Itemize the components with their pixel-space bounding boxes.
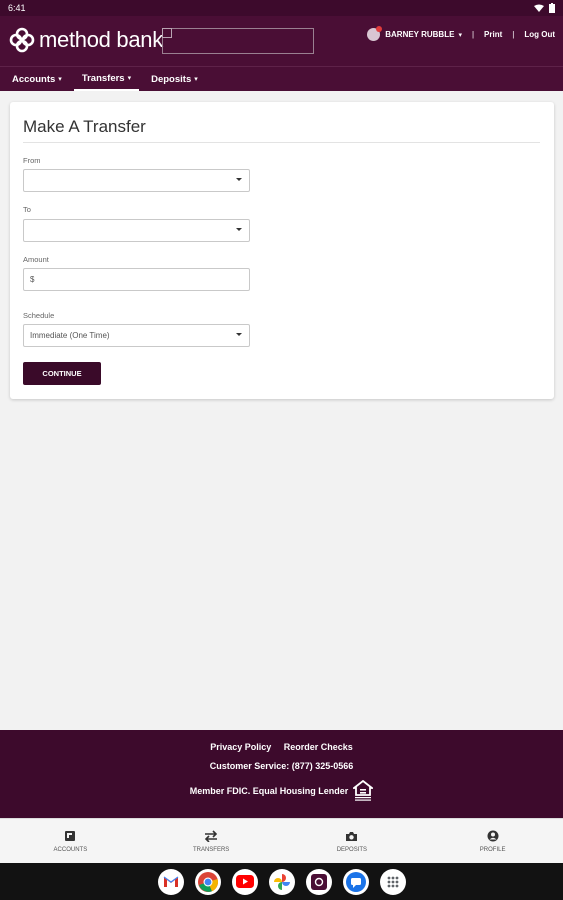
status-bar: 6:41 [0, 0, 563, 16]
wifi-icon [534, 4, 544, 12]
from-select[interactable] [23, 169, 250, 192]
print-link[interactable]: Print [484, 30, 502, 39]
equal-housing-lender-icon [353, 780, 374, 801]
schedule-select-value: Immediate (One Time) [30, 331, 110, 340]
camera-icon [346, 831, 358, 841]
chevron-down-icon: ▾ [58, 76, 62, 83]
from-label: From [23, 156, 41, 165]
header-separator: | [512, 30, 515, 39]
chevron-down-icon: ▾ [194, 76, 198, 83]
member-fdic-row: Member FDIC. Equal Housing Lender [0, 780, 563, 802]
chevron-down-icon: ▾ [458, 31, 462, 39]
android-dock [0, 863, 563, 900]
battery-icon [549, 3, 555, 13]
chrome-icon[interactable] [194, 868, 221, 895]
user-menu-area: BARNEY RUBBLE ▾ | Print | Log Out [367, 26, 555, 41]
transfer-card: Make A Transfer From To Amount $ Schedul… [10, 102, 554, 399]
bank-app-icon[interactable] [305, 868, 332, 895]
chevron-down-icon: ▾ [127, 75, 132, 82]
site-footer: Privacy Policy Reorder Checks Customer S… [0, 730, 563, 818]
amount-label: Amount [23, 255, 49, 264]
footer-links: Privacy Policy Reorder Checks [0, 742, 563, 752]
nav-transfers[interactable]: Transfers ▾ [73, 67, 140, 91]
to-label: To [23, 205, 31, 214]
dropdown-caret-icon [236, 228, 242, 231]
photos-icon[interactable] [268, 868, 295, 895]
tab-profile[interactable]: PROFILE [422, 819, 563, 864]
tab-profile-label: PROFILE [479, 847, 506, 853]
tab-accounts-label: ACCOUNTS [53, 847, 88, 853]
reorder-checks-link[interactable]: Reorder Checks [284, 742, 353, 752]
brand-logo[interactable]: method bank [9, 27, 163, 53]
tab-transfers[interactable]: TRANSFERS [141, 819, 282, 864]
avatar[interactable] [367, 26, 383, 41]
amount-input[interactable]: $ [23, 268, 250, 291]
header-separator: | [471, 30, 475, 39]
title-divider [23, 142, 540, 143]
page-title: Make A Transfer [23, 117, 146, 136]
youtube-icon[interactable] [231, 868, 258, 895]
schedule-label: Schedule [23, 311, 55, 320]
privacy-policy-link[interactable]: Privacy Policy [210, 742, 271, 752]
nav-transfers-label: Transfers [81, 72, 125, 84]
user-name-dropdown[interactable]: BARNEY RUBBLE [385, 30, 454, 39]
transfer-arrows-icon [204, 830, 218, 842]
dropdown-caret-icon [236, 333, 242, 336]
nav-accounts[interactable]: Accounts ▾ [4, 67, 70, 91]
app-header: method bank BARNEY RUBBLE ▾ | Print | Lo… [0, 16, 563, 66]
tab-transfers-label: TRANSFERS [192, 847, 230, 853]
header-placeholder-box [162, 28, 314, 54]
nav-deposits-label: Deposits [151, 73, 192, 85]
profile-icon [487, 830, 499, 842]
status-time: 6:41 [8, 3, 26, 13]
brand-name: method bank [39, 27, 163, 52]
accounts-icon [65, 831, 76, 841]
tab-deposits-label: DEPOSITS [336, 846, 368, 853]
tab-accounts[interactable]: ACCOUNTS [0, 819, 141, 864]
nav-deposits[interactable]: Deposits ▾ [143, 67, 206, 91]
member-fdic-text: Member FDIC. Equal Housing Lender [189, 786, 349, 796]
schedule-select[interactable]: Immediate (One Time) [23, 324, 250, 347]
app-drawer-icon[interactable] [379, 868, 406, 895]
to-select[interactable] [23, 219, 250, 242]
notification-dot [376, 26, 383, 32]
method-bank-logo-icon [9, 27, 35, 53]
tab-deposits[interactable]: DEPOSITS [282, 819, 423, 864]
bottom-tab-bar: ACCOUNTS TRANSFERS DEPOSITS PROFILE [0, 818, 563, 864]
continue-button[interactable]: CONTINUE [23, 362, 101, 385]
dropdown-caret-icon [236, 178, 242, 181]
main-nav: Accounts ▾ Transfers ▾ Deposits ▾ [0, 66, 563, 91]
nav-accounts-label: Accounts [12, 73, 56, 85]
amount-input-value: $ [30, 275, 35, 284]
logout-link[interactable]: Log Out [524, 30, 555, 39]
messages-icon[interactable] [342, 868, 369, 895]
customer-service-text: Customer Service: (877) 325-0566 [209, 761, 354, 771]
header-placeholder-small-box [162, 28, 172, 38]
gmail-icon[interactable] [157, 868, 184, 895]
